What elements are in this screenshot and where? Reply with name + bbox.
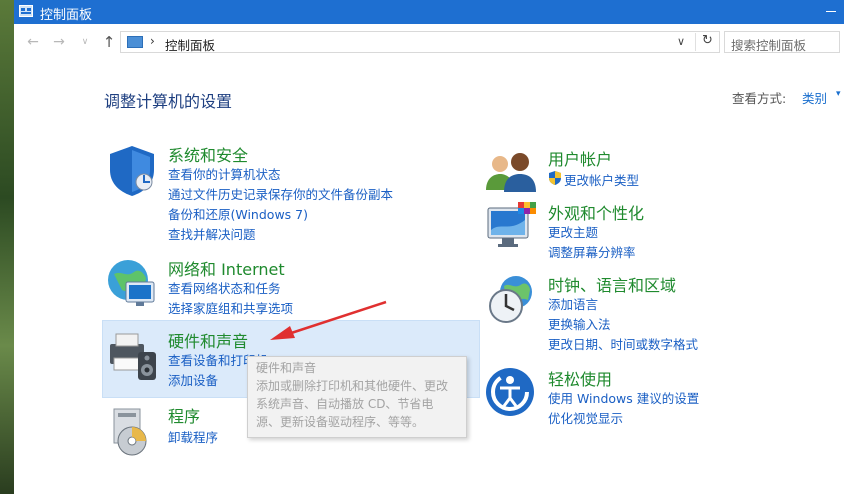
category-title-ease-of-access[interactable]: 轻松使用 [548,366,612,390]
category-title-programs[interactable]: 程序 [168,403,200,427]
network-globe-icon[interactable] [104,256,160,312]
link-change-account-type[interactable]: 更改帐户类型 [564,170,639,189]
address-dropdown-icon[interactable]: ∨ [677,35,685,48]
link-change-theme[interactable]: 更改主题 [548,222,598,241]
page-title: 调整计算机的设置 [104,92,233,111]
forward-arrow-icon[interactable]: → [50,33,68,51]
link-homegroup-sharing[interactable]: 选择家庭组和共享选项 [168,298,293,317]
link-optimize-display[interactable]: 优化视觉显示 [548,408,623,427]
refresh-icon[interactable]: ↻ [695,33,713,51]
users-icon[interactable] [484,146,540,202]
breadcrumb-control-panel[interactable]: 控制面板 [165,35,215,54]
up-arrow-icon[interactable]: ↑ [100,33,118,51]
address-field[interactable]: › 控制面板 ∨ ↻ [120,31,720,53]
link-troubleshoot[interactable]: 查找并解决问题 [168,224,256,243]
category-title-user-accounts[interactable]: 用户帐户 [548,146,612,170]
control-panel-icon [19,5,33,17]
search-input[interactable]: 搜索控制面板 [724,31,840,53]
view-by-dropdown[interactable]: 类别 [802,88,827,107]
recent-locations-chevron-icon[interactable]: ∨ [76,33,94,51]
shield-icon[interactable] [104,142,160,198]
clock-globe-icon[interactable] [484,272,540,328]
link-screen-resolution[interactable]: 调整屏幕分辨率 [548,242,636,261]
monitor-palette-icon[interactable] [484,200,540,256]
back-arrow-icon[interactable]: ← [24,33,42,51]
tooltip-line-2: 系统声音、自动播放 CD、节省电 [256,397,434,411]
tooltip-line-3: 源、更新设备驱动程序、等等。 [256,415,425,429]
uac-shield-icon [549,171,561,185]
link-add-language[interactable]: 添加语言 [548,294,598,313]
category-title-clock-region[interactable]: 时钟、语言和区域 [548,272,676,296]
view-by-label: 查看方式: [732,91,787,106]
window-title: 控制面板 [40,8,93,23]
link-view-computer-status[interactable]: 查看你的计算机状态 [168,164,281,183]
link-file-history-backup[interactable]: 通过文件历史记录保存你的文件备份副本 [168,184,393,203]
category-title-appearance[interactable]: 外观和个性化 [548,200,644,224]
title-bar[interactable]: 控制面板 [14,0,844,24]
link-network-status[interactable]: 查看网络状态和任务 [168,278,281,297]
category-title-system-security[interactable]: 系统和安全 [168,142,248,166]
tooltip-line-1: 添加或删除打印机和其他硬件、更改 [256,379,449,393]
link-add-device[interactable]: 添加设备 [168,370,218,389]
desktop-background-strip [0,0,14,494]
category-title-hardware-sound[interactable]: 硬件和声音 [168,328,248,352]
link-change-date-time-format[interactable]: 更改日期、时间或数字格式 [548,334,698,353]
control-panel-small-icon [127,36,143,48]
control-panel-window: 控制面板 ← → ∨ ↑ › 控制面板 ∨ ↻ 搜索控制面板 调整计算机的设置 … [14,0,844,494]
breadcrumb-separator-icon[interactable]: › [150,34,155,48]
programs-disc-icon[interactable] [104,403,160,459]
category-title-network-internet[interactable]: 网络和 Internet [168,256,285,280]
link-backup-restore[interactable]: 备份和还原(Windows 7) [168,204,308,223]
link-change-input-method[interactable]: 更换输入法 [548,314,611,333]
hardware-sound-tooltip: 硬件和声音 添加或删除打印机和其他硬件、更改 系统声音、自动播放 CD、节省电 … [247,356,467,438]
view-by-chevron-icon[interactable]: ▾ [836,89,841,99]
link-uninstall-program[interactable]: 卸载程序 [168,427,218,446]
printer-speaker-icon[interactable] [104,328,160,384]
link-recommended-settings[interactable]: 使用 Windows 建议的设置 [548,388,699,407]
address-bar: ← → ∨ ↑ › 控制面板 ∨ ↻ 搜索控制面板 [14,24,844,64]
tooltip-title: 硬件和声音 [256,361,317,375]
ease-of-access-icon[interactable] [484,366,540,422]
minimize-button[interactable] [826,11,836,12]
